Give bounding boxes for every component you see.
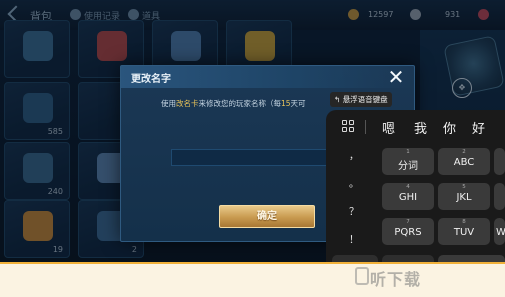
arrow-icon: ↰ bbox=[334, 95, 341, 104]
key-number: 1 bbox=[406, 149, 410, 155]
punct-key[interactable]: ！ bbox=[332, 228, 376, 254]
hint-text: 来修改您的玩家名称（每 bbox=[198, 99, 282, 108]
candidate-word[interactable]: 嗯 bbox=[382, 118, 395, 137]
close-icon[interactable]: ✕ bbox=[385, 66, 407, 88]
hint-text: 使用 bbox=[161, 99, 176, 108]
watermark-logo-icon bbox=[355, 267, 369, 285]
key-5[interactable]: 5 JKL bbox=[438, 183, 490, 210]
rename-card-link: 改名卡 bbox=[176, 99, 199, 108]
key-1[interactable]: 1 分词 bbox=[382, 148, 434, 175]
key-9-partial[interactable]: W bbox=[494, 218, 505, 245]
key-number: 7 bbox=[406, 219, 410, 225]
key-label: JKL bbox=[456, 192, 472, 203]
rename-hint: 使用改名卡来修改您的玩家名称（每15天可 bbox=[161, 98, 306, 109]
bottom-strip bbox=[0, 262, 505, 297]
key-7[interactable]: 7 PQRS bbox=[382, 218, 434, 245]
key-number: 8 bbox=[462, 219, 466, 225]
key-3-partial[interactable] bbox=[494, 148, 505, 175]
key-label: 分词 bbox=[398, 161, 418, 172]
key-label: PQRS bbox=[394, 227, 422, 238]
confirm-button[interactable]: 确定 bbox=[219, 205, 315, 228]
key-label: GHI bbox=[398, 192, 418, 203]
hint-days: 15 bbox=[281, 99, 291, 108]
floating-voice-keyboard-tip[interactable]: ↰ 悬浮语音键盘 bbox=[330, 92, 392, 107]
divider bbox=[365, 120, 366, 134]
key-8[interactable]: 8 TUV bbox=[438, 218, 490, 245]
hint-text: 天可 bbox=[290, 99, 306, 108]
dialog-title: 更改名字 bbox=[131, 74, 171, 85]
watermark-text: 听下载 bbox=[370, 270, 422, 289]
candidate-word[interactable]: 我 bbox=[414, 118, 427, 137]
candidate-word[interactable]: 好 bbox=[472, 118, 485, 137]
punctuation-column: ， 。 ？ ！ bbox=[332, 144, 376, 256]
punct-key[interactable]: 。 bbox=[332, 172, 376, 198]
key-label: W bbox=[496, 227, 505, 238]
keyboard-tip-label: 悬浮语音键盘 bbox=[342, 95, 388, 104]
punct-key[interactable]: ， bbox=[332, 144, 376, 170]
key-label: ABC bbox=[453, 157, 475, 168]
key-number: 5 bbox=[462, 184, 466, 190]
key-4[interactable]: 4 GHI bbox=[382, 183, 434, 210]
key-number: 4 bbox=[406, 184, 410, 190]
candidate-bar: 嗯 我 你 好 bbox=[326, 112, 505, 140]
key-2[interactable]: 2 ABC bbox=[438, 148, 490, 175]
key-label: TUV bbox=[453, 227, 475, 238]
punct-key[interactable]: ？ bbox=[332, 200, 376, 226]
key-number: 2 bbox=[462, 149, 466, 155]
menu-grid-icon[interactable] bbox=[342, 120, 354, 132]
key-6-partial[interactable] bbox=[494, 183, 505, 210]
candidate-word[interactable]: 你 bbox=[443, 118, 456, 137]
